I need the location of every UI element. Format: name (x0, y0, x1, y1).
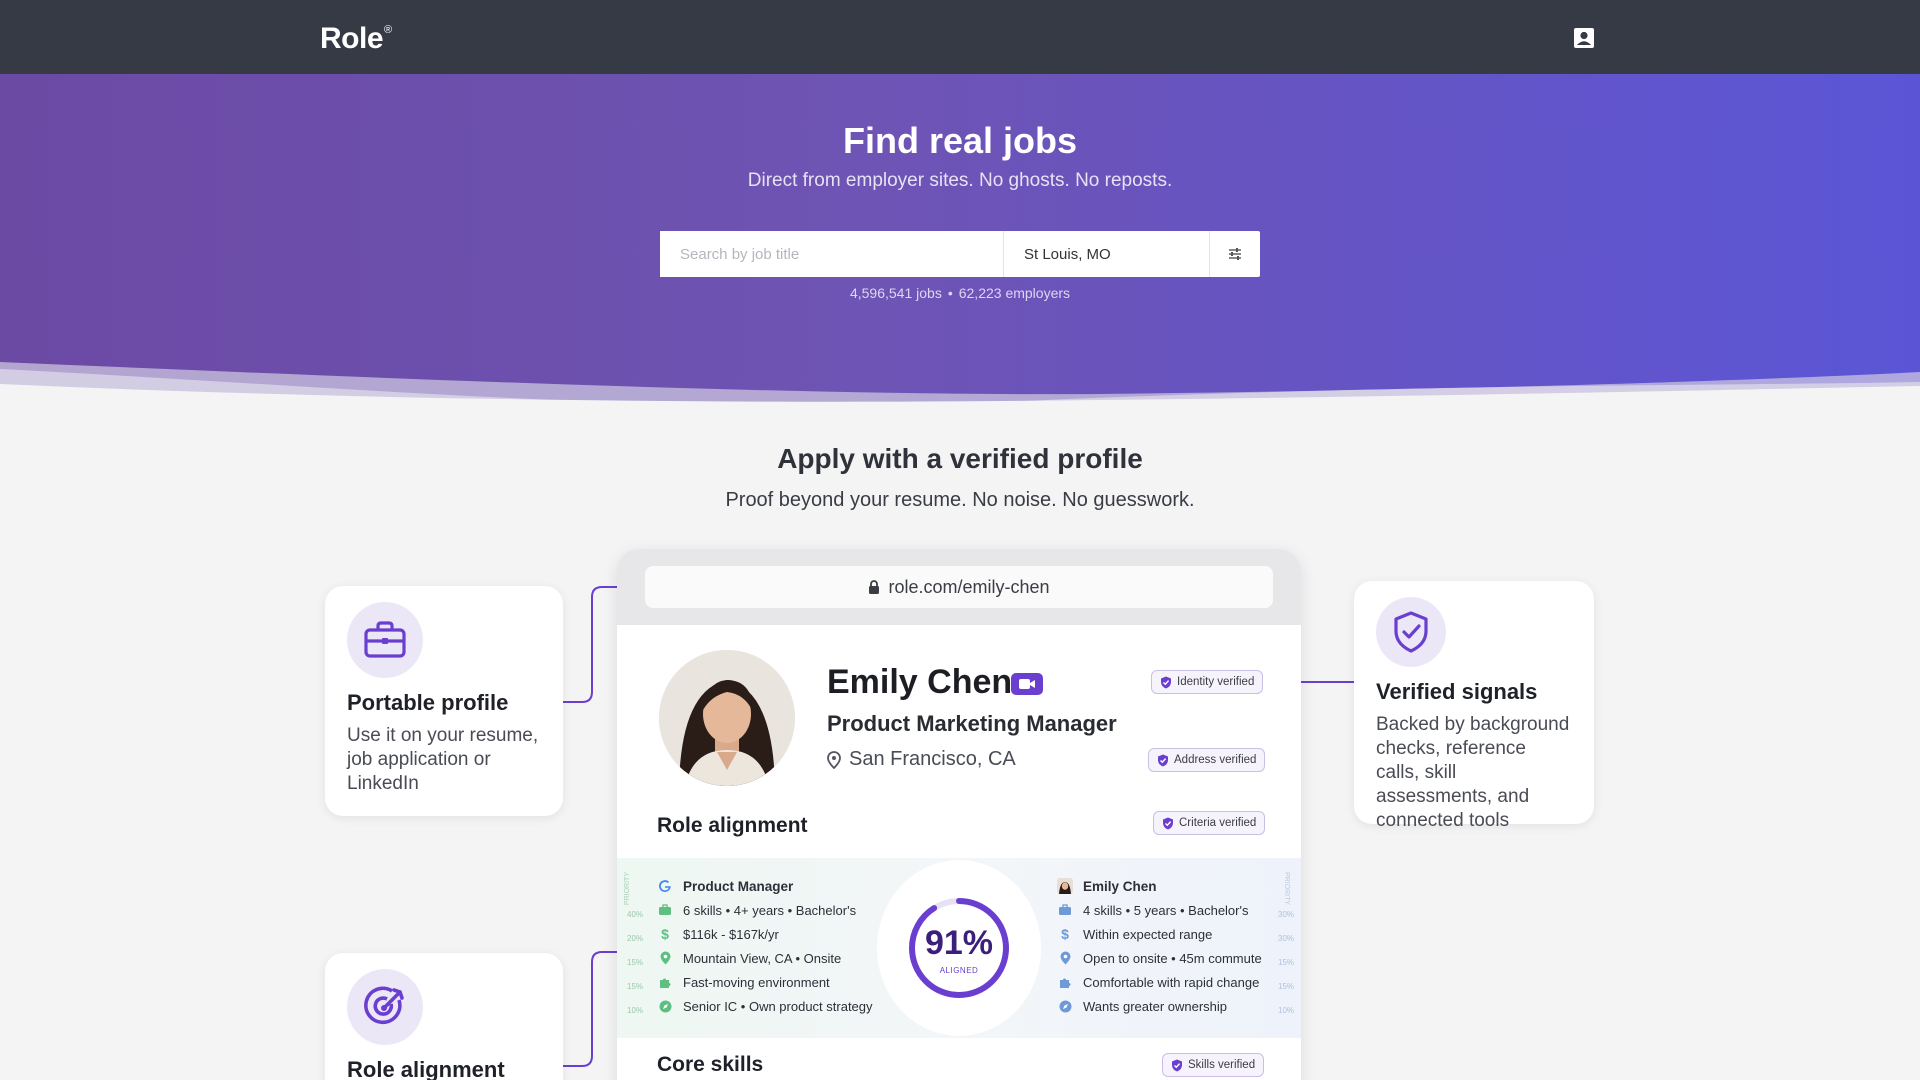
criteria-verified-badge: Criteria verified (1153, 811, 1266, 835)
url-bar: role.com/emily-chen (645, 566, 1273, 608)
compass-icon (1057, 1000, 1073, 1013)
job-title-search-input[interactable] (660, 231, 1004, 277)
hero: Find real jobs Direct from employer site… (0, 74, 1920, 404)
feature-description: Use it on your resume, job application o… (347, 725, 539, 794)
top-nav: Role® (0, 0, 1920, 74)
map-pin-icon (657, 951, 673, 965)
job-requirements-column: Product Manager 6 skills • 4+ years • Ba… (657, 874, 873, 1018)
feature-card-verified-signals: Verified signals Backed by background ch… (1354, 581, 1594, 831)
sliders-icon (1229, 248, 1241, 260)
list-item: Wants greater ownership (1057, 994, 1262, 1018)
priority-label: PRIORITY (624, 872, 631, 906)
browser-chrome: role.com/emily-chen (617, 549, 1301, 625)
puzzle-icon (1057, 976, 1073, 989)
candidate-column: Emily Chen 4 skills • 5 years • Bachelor… (1057, 874, 1262, 1018)
search-bar (660, 231, 1260, 277)
list-item: 4 skills • 5 years • Bachelor's (1057, 898, 1262, 922)
identity-verified-badge: Identity verified (1151, 670, 1264, 694)
priority-weight: 10% (627, 1006, 644, 1015)
feature-title: Role alignment (347, 1057, 505, 1080)
hero-wave (0, 362, 1920, 404)
section-subtitle: Proof beyond your resume. No noise. No g… (725, 489, 1195, 511)
priority-weight: 30% (1278, 934, 1295, 943)
list-item: Comfortable with rapid change (1057, 970, 1262, 994)
puzzle-icon (657, 976, 673, 989)
feature-title: Portable profile (347, 690, 509, 715)
job-stats: 4,596,541 jobs • 62,223 employers (0, 285, 1920, 301)
shield-check-icon (1163, 817, 1173, 829)
video-camera-icon (1019, 679, 1035, 689)
priority-weight: 15% (1278, 982, 1295, 991)
profile-job-title: Product Marketing Manager (827, 711, 1117, 736)
employers-count: 62,223 employers (958, 285, 1071, 301)
list-item: Emily Chen (1057, 874, 1262, 898)
profile-location: San Francisco, CA (827, 748, 1016, 771)
section-title: Apply with a verified profile (777, 443, 1143, 474)
feature-card-portable-profile: Portable profile Use it on your resume, … (325, 586, 563, 816)
shield-check-icon (1376, 597, 1446, 667)
core-skills-heading: Core skills (657, 1053, 764, 1076)
priority-weight: 20% (627, 934, 644, 943)
list-item: Fast-moving environment (657, 970, 873, 994)
profile-name: Emily Chen (827, 663, 1013, 701)
dollar-icon: $ (661, 926, 669, 942)
lock-icon (869, 579, 880, 594)
account-icon[interactable] (1573, 27, 1595, 49)
dollar-icon: $ (1061, 926, 1069, 942)
target-icon (347, 969, 423, 1045)
priority-weight: 40% (627, 910, 644, 919)
alignment-percent: 91% (924, 924, 994, 962)
address-verified-badge: Address verified (1148, 748, 1266, 772)
priority-weight: 30% (1278, 910, 1295, 919)
list-item: Senior IC • Own product strategy (657, 994, 873, 1018)
logo[interactable]: Role® (320, 22, 392, 56)
alignment-gauge: 91% ALIGNED (877, 860, 1041, 1036)
list-item: 6 skills • 4+ years • Bachelor's (657, 898, 873, 922)
jobs-count: 4,596,541 jobs (849, 285, 942, 301)
priority-label: PRIORITY (1283, 872, 1290, 906)
list-item: $ Within expected range (1057, 922, 1262, 946)
feature-card-role-alignment: Role alignment (325, 953, 563, 1080)
priority-weight: 10% (1278, 1006, 1295, 1015)
list-item: $ $116k - $167k/yr (657, 922, 873, 946)
google-icon (657, 879, 673, 893)
hero-subtitle: Direct from employer sites. No ghosts. N… (747, 170, 1173, 191)
location-input[interactable] (1004, 231, 1210, 277)
list-item: Mountain View, CA • Onsite (657, 946, 873, 970)
feature-title: Verified signals (1376, 679, 1538, 704)
compass-icon (657, 1000, 673, 1013)
role-alignment-heading: Role alignment (657, 814, 808, 837)
briefcase-icon (347, 602, 423, 678)
avatar (659, 650, 795, 786)
list-item: Product Manager (657, 874, 873, 898)
map-pin-icon (1057, 951, 1073, 965)
registered-mark: ® (384, 24, 392, 36)
briefcase-icon (657, 904, 673, 916)
stats-separator: • (947, 285, 953, 301)
priority-weight: 15% (627, 958, 644, 967)
filter-button[interactable] (1210, 231, 1260, 277)
shield-check-icon (1158, 754, 1168, 766)
candidate-avatar-icon (1057, 878, 1073, 894)
alignment-label: ALIGNED (939, 966, 979, 975)
video-intro-button[interactable] (1011, 673, 1043, 695)
list-item: Open to onsite • 45m commute (1057, 946, 1262, 970)
profile-preview-browser: role.com/emily-chen Emily Chen Identity … (617, 549, 1301, 1080)
priority-weight: 15% (627, 982, 644, 991)
skills-verified-badge: Skills verified (1162, 1053, 1265, 1077)
feature-description: Backed by background checks, reference c… (1376, 714, 1570, 831)
priority-weight: 15% (1278, 958, 1295, 967)
shield-check-icon (1172, 1059, 1182, 1071)
briefcase-icon (1057, 904, 1073, 916)
shield-check-icon (1161, 676, 1171, 688)
url-text: role.com/emily-chen (888, 576, 1050, 597)
role-alignment-panel: PRIORITY PRIORITY Product Manager 6 skil… (617, 858, 1301, 1038)
map-pin-icon (827, 750, 841, 769)
hero-title: Find real jobs (842, 120, 1078, 161)
